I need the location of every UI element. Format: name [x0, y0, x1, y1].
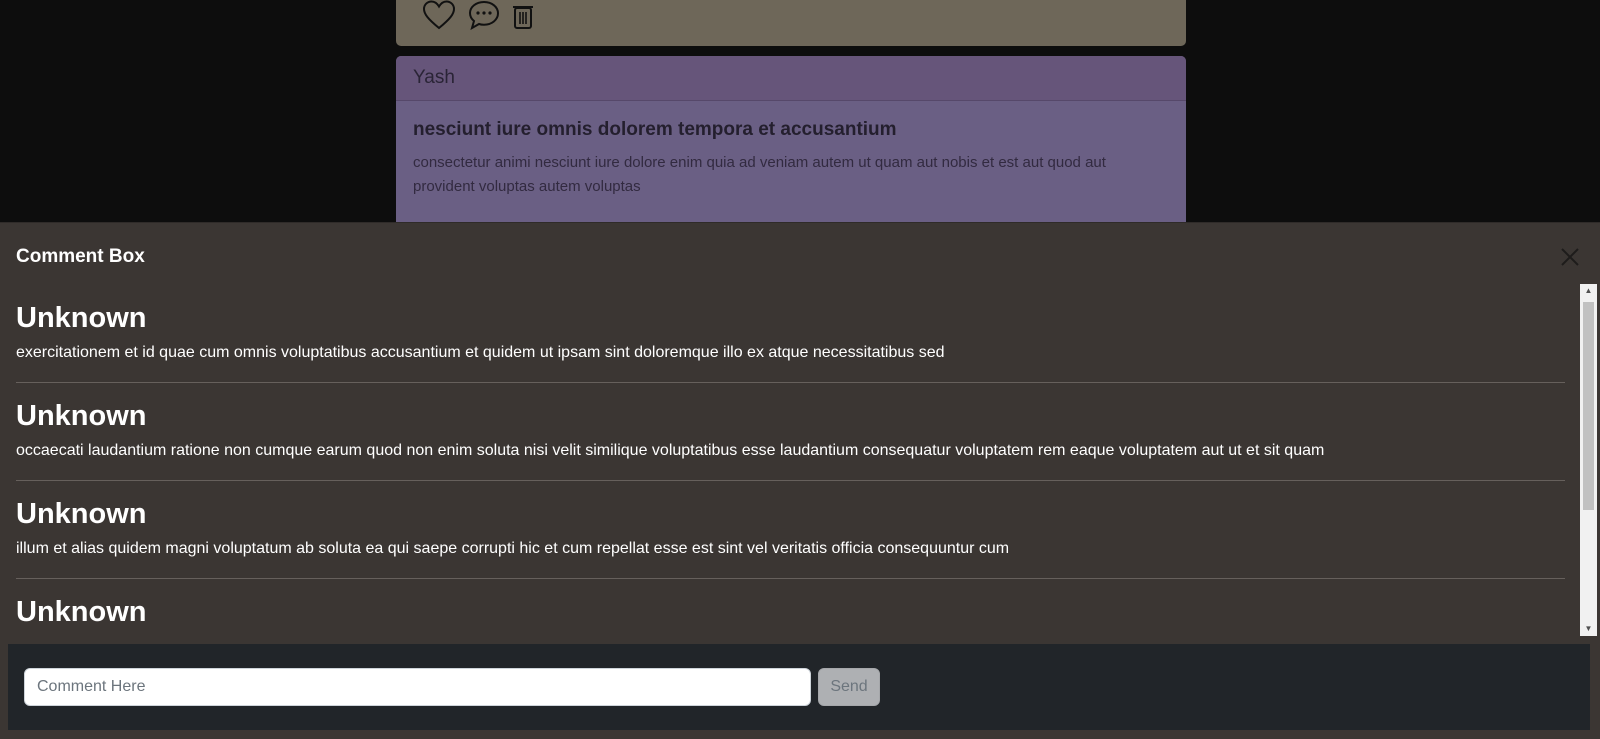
post-body: nesciunt iure omnis dolorem tempora et a… [396, 101, 1186, 217]
previous-post-card [396, 0, 1186, 46]
comment-text: exercitationem et id quae cum omnis volu… [16, 344, 945, 361]
send-button[interactable]: Send [818, 668, 880, 706]
comment-item: Unknown exercitationem et id quae cum om… [16, 285, 1565, 383]
comment-item: Unknown [16, 579, 1565, 633]
comment-box-title: Comment Box [16, 246, 145, 267]
comment-compose-bar: Send [8, 644, 1590, 730]
close-icon[interactable] [1556, 243, 1584, 271]
comment-author: Unknown [16, 596, 147, 628]
comment-box-header: Comment Box [16, 243, 1584, 271]
comments-scrollbar[interactable]: ▲ ▼ [1580, 284, 1597, 636]
scroll-down-icon[interactable]: ▼ [1580, 622, 1597, 636]
comment-author: Unknown [16, 302, 147, 334]
comment-author: Unknown [16, 498, 147, 530]
scroll-up-icon[interactable]: ▲ [1580, 284, 1597, 298]
comment-item: Unknown occaecati laudantium ratione non… [16, 383, 1565, 481]
comment-icon[interactable] [468, 0, 500, 30]
comment-text: occaecati laudantium ratione non cumque … [16, 442, 1325, 459]
post-text: consectetur animi nesciunt iure dolore e… [413, 154, 1106, 195]
comments-list[interactable]: Unknown exercitationem et id quae cum om… [16, 285, 1565, 633]
comment-item: Unknown illum et alias quidem magni volu… [16, 481, 1565, 579]
post-actions [422, 0, 534, 30]
delete-icon[interactable] [512, 2, 534, 30]
comment-author: Unknown [16, 400, 147, 432]
heart-icon[interactable] [422, 0, 456, 30]
scrollbar-thumb[interactable] [1583, 302, 1594, 510]
comment-text: illum et alias quidem magni voluptatum a… [16, 540, 1010, 557]
post-author: Yash [396, 56, 1186, 101]
comment-input[interactable] [24, 668, 811, 706]
post-title: nesciunt iure omnis dolorem tempora et a… [413, 119, 897, 140]
